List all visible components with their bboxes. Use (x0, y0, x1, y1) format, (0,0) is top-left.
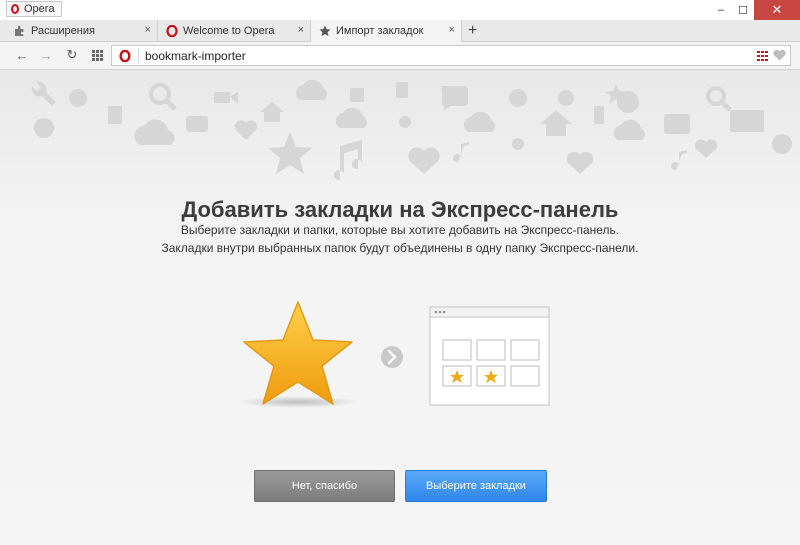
address-bar[interactable]: bookmark-importer (111, 45, 791, 66)
tab-close-icon[interactable]: × (145, 24, 151, 36)
star-icon (319, 25, 331, 37)
tab-bookmark-import[interactable]: Импорт закладок × (311, 20, 462, 42)
page-content: Добавить закладки на Экспресс-панель Выб… (0, 70, 800, 545)
tab-extensions[interactable]: Расширения × (6, 20, 158, 42)
restore-button[interactable]: ☐ (732, 0, 754, 20)
tab-label: Welcome to Opera (183, 25, 275, 37)
app-name: Opera (24, 3, 55, 15)
tab-label: Импорт закладок (336, 25, 424, 37)
reload-button[interactable]: ↻ (64, 47, 80, 63)
forward-button[interactable]: → (38, 47, 54, 63)
speed-dial-add-icon[interactable] (757, 50, 769, 64)
tab-close-icon[interactable]: × (298, 24, 304, 36)
opera-page-icon (118, 49, 132, 63)
puzzle-icon (14, 25, 26, 37)
minimize-button[interactable]: ‒ (710, 0, 732, 20)
speed-dial-window-icon (429, 306, 550, 406)
opera-logo-icon (11, 4, 19, 14)
opera-icon (166, 25, 178, 37)
no-thanks-button[interactable]: Нет, спасибо (254, 470, 395, 502)
navigation-toolbar: ← → ↻ bookmark-importer (0, 42, 800, 70)
big-star-icon (243, 301, 353, 405)
address-text[interactable]: bookmark-importer (145, 49, 246, 63)
close-window-button[interactable]: ✕ (754, 0, 800, 20)
opera-menu-button[interactable]: Opera (6, 1, 62, 17)
choose-bookmarks-button[interactable]: Выберите закладки (405, 470, 547, 502)
import-illustration (236, 301, 550, 408)
tab-welcome[interactable]: Welcome to Opera × (158, 20, 311, 42)
tab-bar: Расширения × Welcome to Opera × Импорт з… (0, 20, 800, 42)
new-tab-button[interactable]: + (468, 22, 477, 40)
tab-close-icon[interactable]: × (449, 24, 455, 36)
tab-label: Расширения (31, 25, 95, 37)
back-button[interactable]: ← (14, 47, 30, 63)
address-divider (138, 48, 139, 63)
window-titlebar: Opera ‒ ☐ ✕ (0, 0, 800, 20)
speed-dial-grid-button[interactable] (89, 47, 105, 63)
grid-icon (91, 49, 103, 61)
bookmark-heart-icon[interactable] (773, 49, 786, 64)
arrow-right-icon (381, 346, 403, 368)
